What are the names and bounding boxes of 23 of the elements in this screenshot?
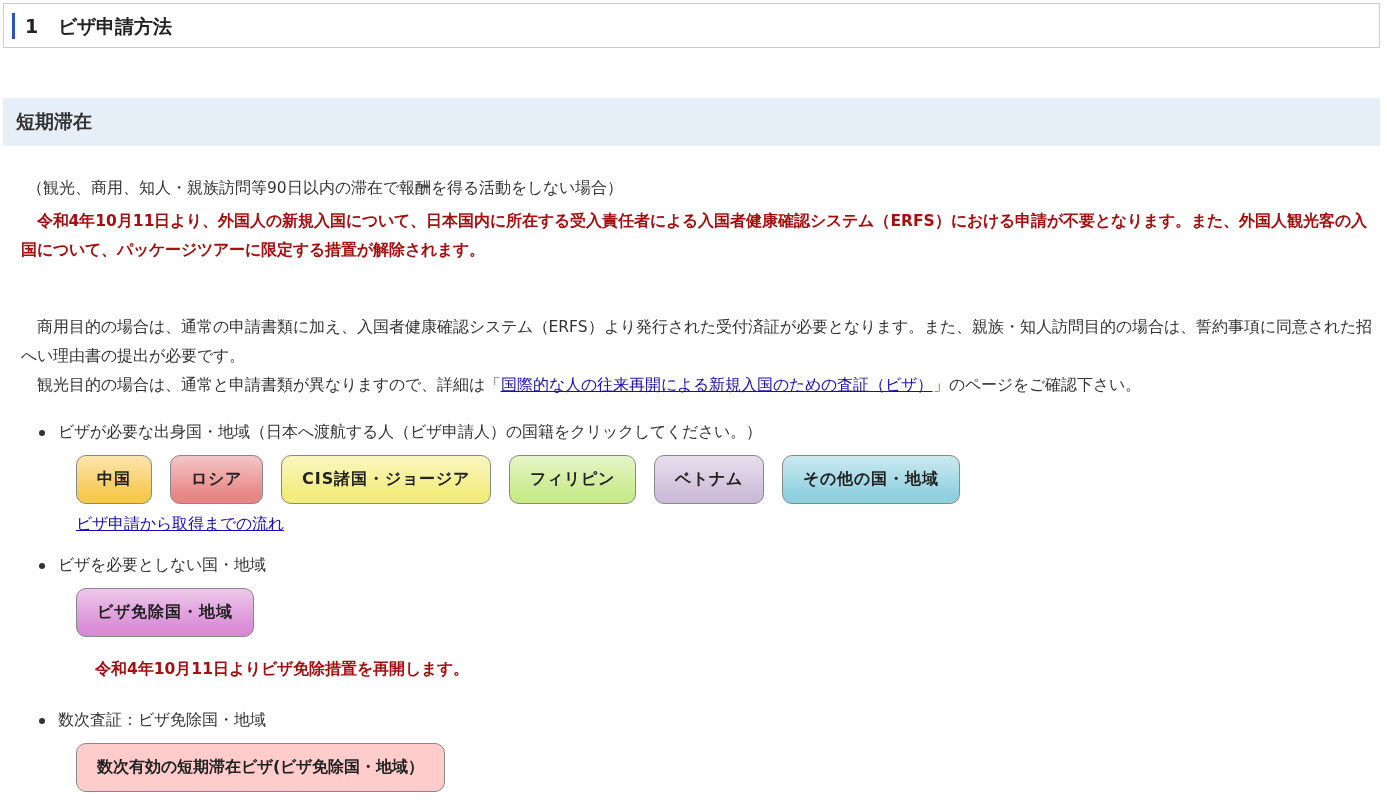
page-title: 1 ビザ申請方法 — [12, 12, 173, 39]
notice-text: 令和4年10月11日より、外国人の新規入国について、日本国内に所在する受入責任者による入国者健康確認システム（ERFS）における申請が不要となります。また、外国人観光客の入国について、パッケージツアーに限定する措置が解除されます。 — [21, 211, 1368, 261]
visa-flow-link[interactable]: ビザ申請から取得までの流れ — [76, 515, 284, 533]
notice-text: 令和4年10月11日よりビザ免除措置を再開します。 — [95, 659, 470, 680]
bullet-icon — [39, 429, 45, 436]
country-button[interactable]: ロシア — [170, 455, 263, 504]
country-button[interactable]: 数次有効の短期滞在ビザ(ビザ免除国・地域） — [76, 743, 446, 792]
country-button[interactable]: フィリピン — [509, 455, 637, 504]
country-button[interactable]: CIS諸国・ジョージア — [281, 455, 492, 504]
country-button[interactable]: その他の国・地域 — [782, 455, 961, 504]
list-item-text: ビザが必要な出身国・地域（日本へ渡航する人（ビザ申請人）の国籍をクリックしてください。） — [58, 422, 762, 443]
country-button[interactable]: 中国 — [76, 455, 152, 504]
bullet-icon — [39, 562, 45, 569]
section-heading: 短期滞在 — [3, 98, 1380, 146]
list-item-text: ビザを必要としない国・地域 — [58, 555, 266, 576]
visa-info-link[interactable]: 国際的な人の往来再開による新規入国のための査証（ビザ） — [500, 376, 933, 394]
intro-text: （観光、商用、知人・親族訪問等90日以内の滞在で報酬を得る活動をしない場合） — [26, 178, 624, 199]
bullet-icon — [39, 717, 45, 724]
business-paragraph: 商用目的の場合は、通常の申請書類に加え、入国者健康確認システム（ERFS）より発行された受付済証が必要となります。また、親族・知人訪問目的の場合は、誓約事項に同意された招へい理由書の提出が必要です。 — [21, 317, 1373, 367]
country-button[interactable]: ビザ免除国・地域 — [76, 588, 254, 637]
country-button[interactable]: ベトナム — [654, 455, 765, 504]
list-item-text: 数次査証：ビザ免除国・地域 — [58, 710, 266, 731]
tourism-paragraph: 観光目的の場合は、通常と申請書類が異なりますので、詳細は「国際的な人の往来再開による新規入国のための査証（ビザ）」のページをご確認下さい。 — [35, 375, 1142, 396]
